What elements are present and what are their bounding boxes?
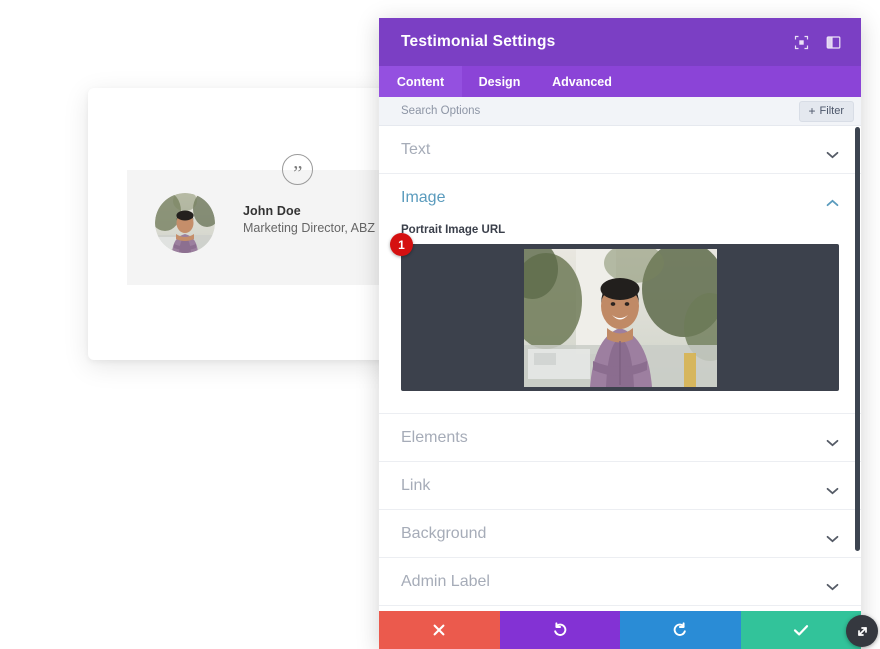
filter-button[interactable]: + Filter: [799, 101, 854, 122]
search-input[interactable]: [401, 105, 799, 117]
tab-bar: Content Design Advanced: [379, 66, 861, 97]
chevron-up-icon: [826, 194, 839, 202]
portrait-image-url-label: Portrait Image URL: [401, 224, 839, 236]
author-name: John Doe: [243, 204, 375, 218]
scrollbar-thumb[interactable]: [855, 127, 860, 551]
avatar-photo: [155, 193, 215, 253]
testimonial-author: John Doe Marketing Director, ABZ: [243, 204, 375, 235]
section-image-label: Image: [401, 189, 826, 207]
redo-button[interactable]: [620, 611, 741, 649]
search-bar: + Filter: [379, 97, 861, 126]
author-role: Marketing Director, ABZ: [243, 221, 375, 235]
portrait-photo: [524, 249, 717, 387]
section-text-label: Text: [401, 141, 826, 159]
chevron-down-icon: [826, 146, 839, 154]
section-admin-label-label: Admin Label: [401, 573, 826, 591]
section-background[interactable]: Background: [379, 510, 861, 558]
section-background-label: Background: [401, 525, 826, 543]
chevron-down-icon: [826, 530, 839, 538]
section-admin-label[interactable]: Admin Label: [379, 558, 861, 606]
expand-icon[interactable]: [793, 34, 809, 50]
image-preview: [524, 249, 717, 387]
modal-header: Testimonial Settings: [379, 18, 861, 66]
tab-content[interactable]: Content: [379, 66, 462, 97]
plus-icon: +: [809, 105, 816, 117]
section-elements-label: Elements: [401, 429, 826, 447]
screen: ”: [0, 0, 880, 649]
filter-button-label: Filter: [820, 105, 844, 117]
cancel-button[interactable]: [379, 611, 500, 649]
page-title: Testimonial Settings: [401, 33, 793, 51]
layout-toggle-icon[interactable]: [825, 34, 841, 50]
testimonial-settings-modal[interactable]: Testimonial Settings Con: [379, 18, 861, 649]
resize-handle-icon[interactable]: [846, 615, 878, 647]
quote-glyph: ”: [293, 163, 302, 184]
tab-design[interactable]: Design: [462, 66, 537, 97]
image-upload-well[interactable]: 1: [401, 244, 839, 391]
redo-icon: [672, 622, 688, 638]
section-text[interactable]: Text: [379, 126, 861, 174]
modal-footer: [379, 611, 861, 649]
chevron-down-icon: [826, 434, 839, 442]
tab-advanced[interactable]: Advanced: [537, 66, 627, 97]
chevron-down-icon: [826, 482, 839, 490]
portrait-image-field: Portrait Image URL 1: [379, 224, 861, 414]
avatar: [155, 193, 215, 253]
undo-button[interactable]: [500, 611, 621, 649]
check-icon: [793, 623, 809, 637]
chevron-down-icon: [826, 578, 839, 586]
undo-icon: [552, 622, 568, 638]
close-icon: [432, 623, 446, 637]
section-link[interactable]: Link: [379, 462, 861, 510]
save-button[interactable]: [741, 611, 862, 649]
scrollbar-track[interactable]: [846, 126, 861, 611]
section-link-label: Link: [401, 477, 826, 495]
section-elements[interactable]: Elements: [379, 414, 861, 462]
section-image[interactable]: Image: [379, 174, 861, 222]
quote-marks-icon: ”: [282, 154, 313, 185]
settings-scroll-area[interactable]: Text Image Portrait Image URL: [379, 126, 861, 611]
step-badge-1: 1: [390, 233, 413, 256]
header-icon-group: [793, 34, 841, 50]
